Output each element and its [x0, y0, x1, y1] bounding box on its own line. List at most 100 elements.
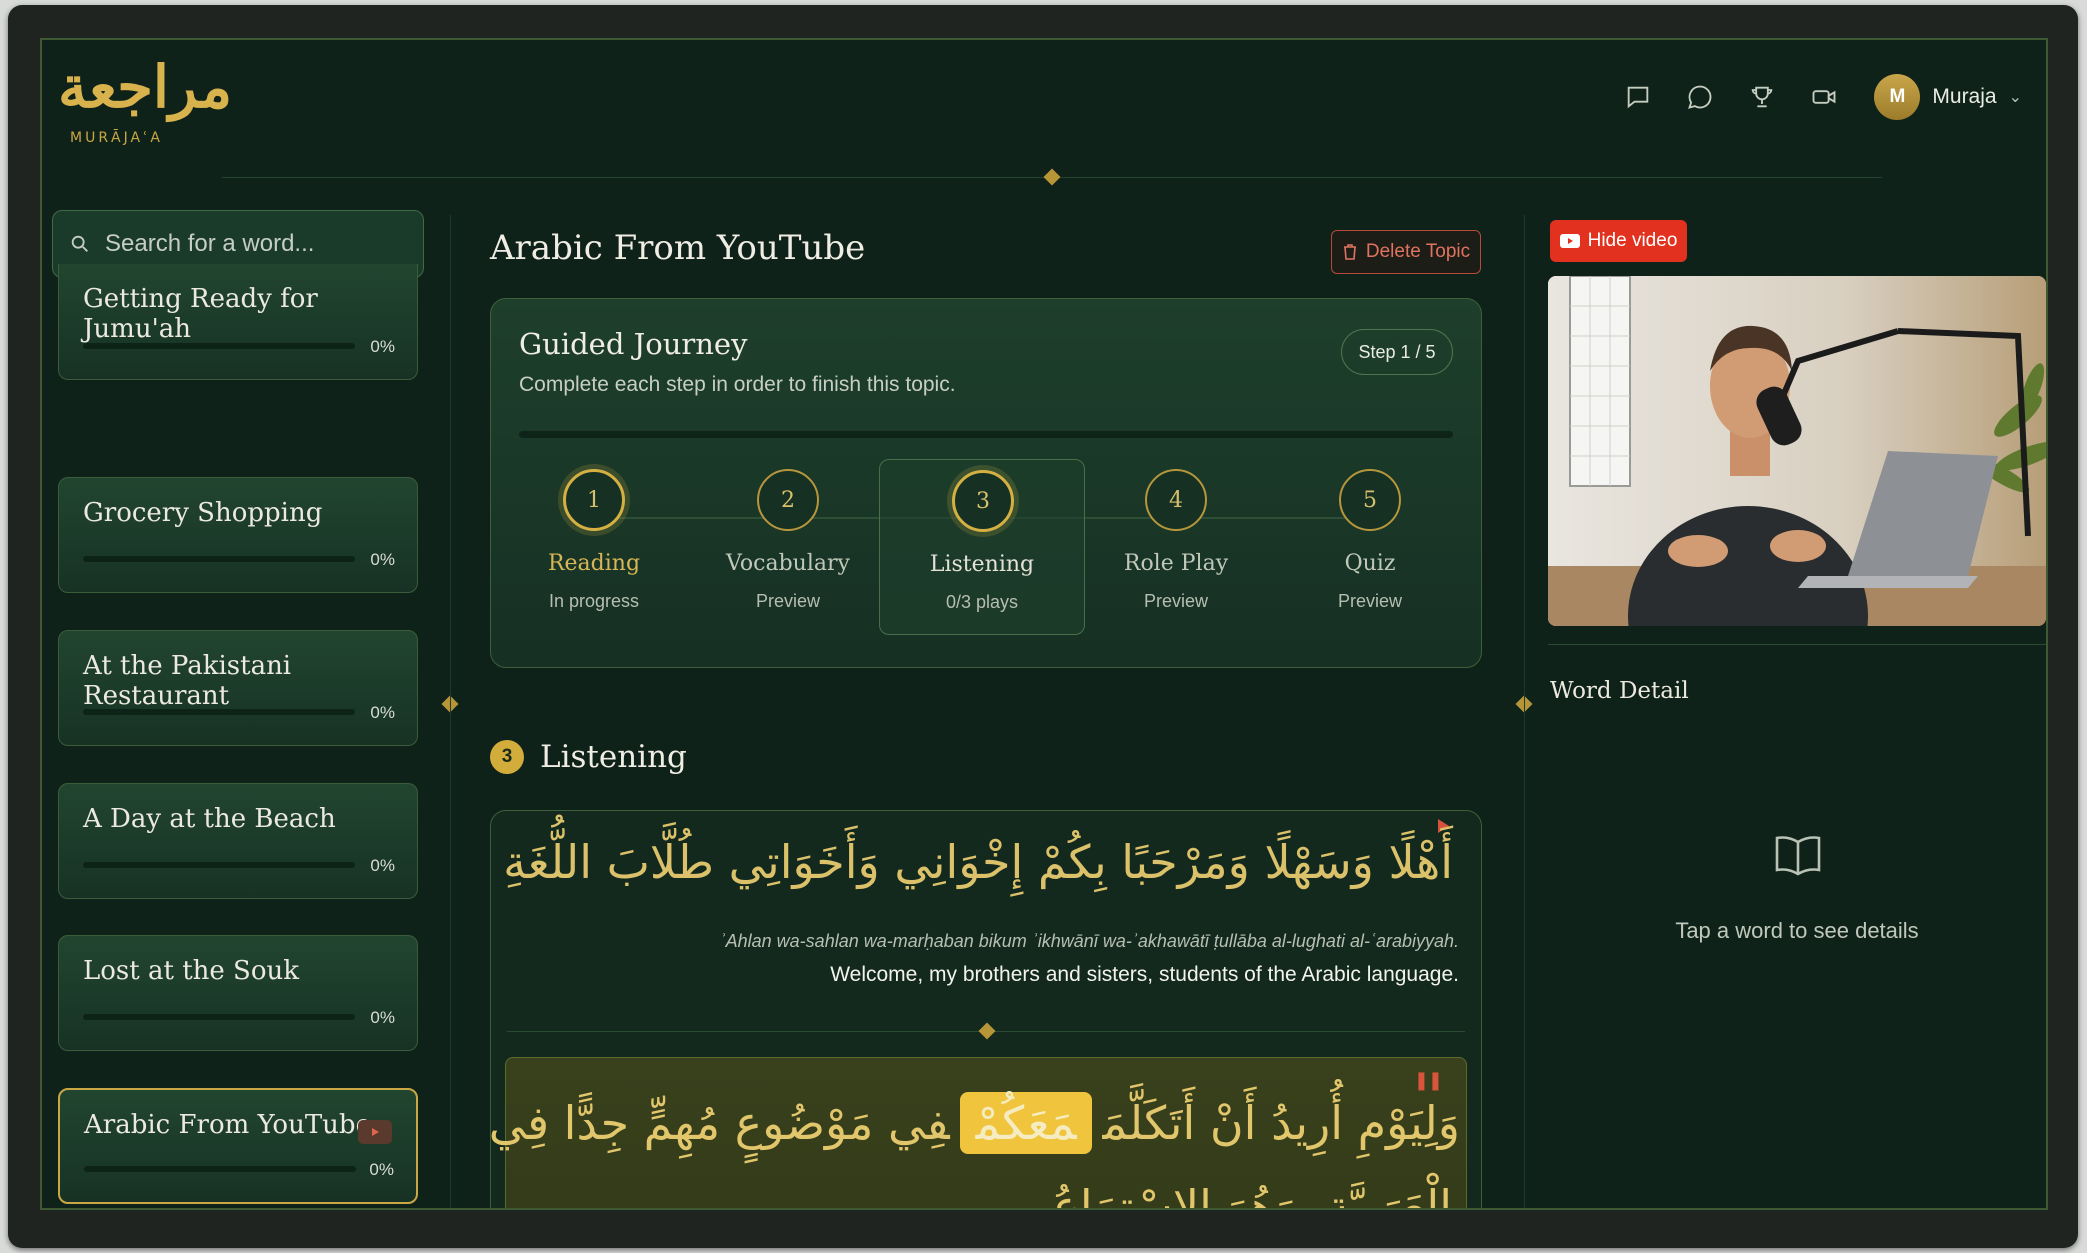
step-reading[interactable]: 1 Reading In progress [491, 459, 697, 635]
section-header: 3 Listening [490, 735, 687, 779]
trash-icon [1343, 244, 1356, 260]
journey-steps: 1 Reading In progress 2 Vocabulary Previ… [491, 459, 1481, 659]
user-menu[interactable]: M Muraja ⌄ [1874, 74, 2022, 120]
step-number: 3 [952, 470, 1014, 532]
topic-progress-bar [83, 862, 355, 868]
chevron-down-icon[interactable]: ⌄ [2009, 87, 2022, 107]
delete-topic-label: Delete Topic [1365, 241, 1471, 262]
sentence-translation: Welcome, my brothers and sisters, studen… [830, 963, 1459, 986]
sentence-arabic[interactable]: أَهْلًا وَسَهْلًا وَمَرْحَبًا بِكُمْ إِخ… [491, 835, 1453, 889]
header-actions: M Muraja ⌄ [1622, 74, 2022, 120]
topic-card[interactable]: A Day at the Beach 0% [58, 783, 418, 899]
topic-title: At the Pakistani Restaurant [83, 651, 292, 711]
delete-topic-button[interactable]: Delete Topic [1331, 230, 1481, 274]
step-number: 2 [757, 469, 819, 531]
chat-icon[interactable] [1622, 81, 1654, 113]
journey-progress-bar [519, 431, 1453, 438]
topic-title: A Day at the Beach [83, 804, 336, 834]
topic-progress-value: 0% [370, 550, 395, 569]
topic-progress-value: 0% [370, 703, 395, 722]
sentence-transliteration: ʾAhlan wa-sahlan wa-marḥaban bikum ʾikhw… [719, 931, 1459, 951]
section-title: Listening [540, 739, 687, 775]
topic-card-active[interactable]: Arabic From YouTube 0% [58, 1088, 418, 1204]
sentence-segment[interactable]: فِي مَوْضُوعٍ مُهِمٍّ جِدًّا فِي تَعَلُّ… [491, 1096, 950, 1150]
panel-divider [1548, 644, 2046, 645]
step-status: Preview [755, 591, 821, 611]
page-title: Arabic From YouTube [490, 228, 866, 268]
step-status: Preview [1143, 591, 1209, 611]
video-thumbnail [1548, 276, 2046, 626]
section-number-badge: 3 [490, 740, 524, 774]
step-vocabulary[interactable]: 2 Vocabulary Preview [685, 459, 891, 635]
column-divider [450, 215, 451, 1208]
video-player[interactable] [1548, 276, 2046, 626]
open-book-icon [1775, 836, 1821, 876]
logo-latin: MURĀJAʿA [70, 130, 163, 146]
step-status: Preview [1337, 591, 1403, 611]
app-screen: مراجعة MURĀJAʿA M Muraja ⌄ Search for a … [40, 38, 2048, 1210]
step-name: Vocabulary [726, 551, 850, 576]
topic-progress-value: 0% [370, 337, 395, 356]
topic-card[interactable]: Lost at the Souk 0% [58, 935, 418, 1051]
topic-title: Arabic From YouTube [84, 1110, 371, 1140]
step-number: 4 [1145, 469, 1207, 531]
search-icon [71, 235, 88, 252]
sentence-segment[interactable]: وَلِيَوْمِ أُرِيدُ أَنْ أَتَكَلَّمَ [1102, 1096, 1460, 1150]
step-quiz[interactable]: 5 Quiz Preview [1267, 459, 1473, 635]
logo-arabic: مراجعة [58, 53, 233, 121]
topic-card[interactable]: At the Pakistani Restaurant 0% [58, 630, 418, 746]
step-status: 0/3 plays [945, 592, 1019, 612]
topic-progress-bar [84, 1166, 356, 1172]
trophy-icon[interactable] [1746, 81, 1778, 113]
hide-video-button[interactable]: Hide video [1550, 220, 1687, 262]
step-name: Listening [929, 552, 1035, 577]
play-icon[interactable] [1438, 819, 1449, 833]
step-listening[interactable]: 3 Listening 0/3 plays [879, 459, 1085, 635]
step-status: In progress [548, 591, 640, 611]
active-sentence[interactable]: ❚❚ وَلِيَوْمِ أُرِيدُ أَنْ أَتَكَلَّمَمَ… [491, 1057, 1467, 1208]
listening-transcript: أَهْلًا وَسَهْلًا وَمَرْحَبًا بِكُمْ إِخ… [490, 810, 1482, 1208]
main-content: Arabic From YouTube Delete Topic Guided … [490, 200, 1490, 1208]
search-input[interactable] [105, 230, 405, 258]
topic-progress-bar [83, 556, 355, 562]
pause-icon[interactable]: ❚❚ [1414, 1070, 1443, 1091]
topic-progress-value: 0% [370, 1008, 395, 1027]
topic-progress-bar [83, 709, 355, 715]
guided-journey-card: Guided Journey Complete each step in ord… [490, 298, 1482, 668]
divider-ornament [978, 1022, 996, 1040]
topic-progress-value: 0% [369, 1160, 394, 1179]
column-divider [1524, 215, 1525, 1208]
topic-progress-value: 0% [370, 856, 395, 875]
step-role-play[interactable]: 4 Role Play Preview [1073, 459, 1279, 635]
topic-sidebar: Getting Ready for Jumu'ah 0% Grocery Sho… [52, 210, 424, 1208]
step-number: 5 [1339, 469, 1401, 531]
video-camera-icon[interactable] [1808, 81, 1840, 113]
highlighted-word[interactable]: مَعَكُمْ [959, 1092, 1093, 1154]
step-indicator-badge: Step 1 / 5 [1341, 329, 1453, 375]
topic-title: Getting Ready for Jumu'ah [83, 284, 318, 344]
sentence-arabic-continued[interactable]: الْعَرَبِيَّةِ، وَهُوَ الاسْتِمَاعُ. [1038, 1180, 1452, 1208]
word-detail-empty-hint: Tap a word to see details [1675, 918, 1919, 943]
topic-title: Lost at the Souk [83, 956, 299, 986]
topic-progress-bar [83, 343, 355, 349]
step-number: 1 [563, 469, 625, 531]
hide-video-label: Hide video [1587, 230, 1678, 251]
step-name: Quiz [1344, 551, 1396, 576]
right-panel: Hide video Word Detail Tap a word to see… [1548, 210, 2046, 1208]
word-detail-title: Word Detail [1550, 678, 1689, 704]
step-name: Role Play [1123, 551, 1229, 576]
journey-subtitle: Complete each step in order to finish th… [519, 373, 956, 396]
topic-title: Grocery Shopping [83, 498, 323, 528]
topic-progress-bar [83, 1014, 355, 1020]
sentence-arabic-active[interactable]: وَلِيَوْمِ أُرِيدُ أَنْ أَتَكَلَّمَمَعَك… [491, 1092, 1460, 1154]
avatar[interactable]: M [1874, 74, 1921, 120]
message-circle-icon[interactable] [1684, 81, 1716, 113]
topic-card[interactable]: Grocery Shopping 0% [58, 477, 418, 593]
youtube-icon [1559, 234, 1580, 248]
step-name: Reading [547, 551, 641, 576]
user-name: Muraja [1932, 85, 1997, 108]
app-header: مراجعة MURĀJAʿA M Muraja ⌄ [42, 40, 2046, 178]
topic-card[interactable]: Getting Ready for Jumu'ah 0% [58, 264, 418, 380]
youtube-icon [358, 1120, 392, 1144]
journey-title: Guided Journey [519, 327, 748, 361]
